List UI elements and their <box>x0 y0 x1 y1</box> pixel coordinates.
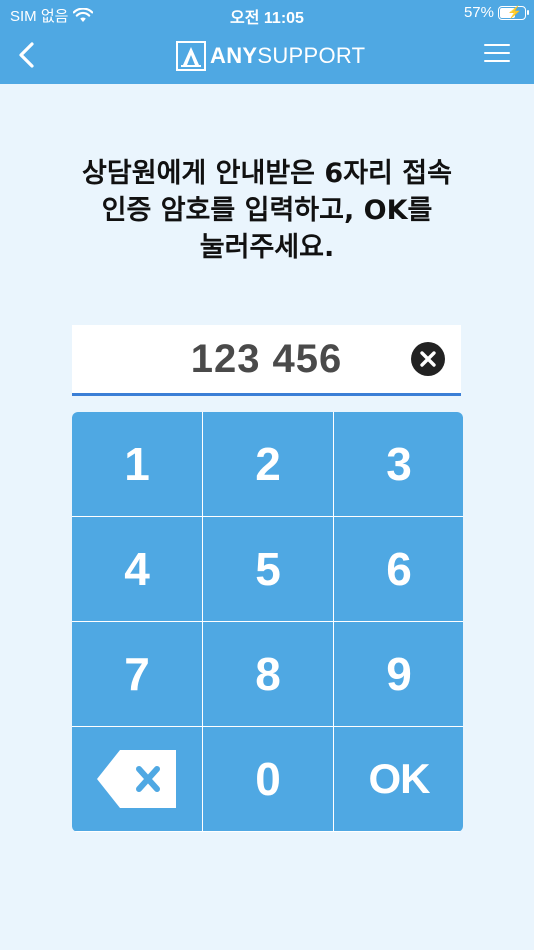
backspace-key[interactable] <box>72 727 202 831</box>
status-time: 오전 11:05 <box>230 10 304 27</box>
chevron-left-icon <box>19 42 34 68</box>
key-9[interactable]: 9 <box>334 622 463 726</box>
back-button[interactable] <box>12 38 48 74</box>
numeric-keypad: 1 2 3 4 5 6 7 8 9 0 OK <box>72 412 463 832</box>
key-7[interactable]: 7 <box>72 622 202 726</box>
auth-code-value: 123 456 <box>190 337 343 381</box>
battery-icon: ⚡ <box>498 5 529 20</box>
key-8[interactable]: 8 <box>203 622 333 726</box>
ok-button[interactable]: OK <box>334 727 463 831</box>
nav-bar: ANYSUPPORT <box>0 28 534 84</box>
instruction-text: 상담원에게 안내받은 6자리 접속 인증 암호를 입력하고, OK를 눌러주세요… <box>30 155 504 266</box>
logo-text: ANYSUPPORT <box>210 43 366 68</box>
key-1[interactable]: 1 <box>72 412 202 516</box>
battery-percent: 57% <box>463 4 494 21</box>
clear-button[interactable] <box>411 342 445 376</box>
hamburger-icon <box>484 44 510 46</box>
status-bar: SIM 없음 오전 11:05 57% ⚡ <box>0 0 534 28</box>
key-2[interactable]: 2 <box>203 412 333 516</box>
key-6[interactable]: 6 <box>334 517 463 621</box>
instruction-line-3: 눌러주세요. <box>199 232 335 263</box>
menu-button[interactable] <box>484 44 510 66</box>
backspace-icon <box>97 750 176 808</box>
key-5[interactable]: 5 <box>203 517 333 621</box>
clear-x-icon <box>420 351 436 367</box>
instruction-line-2: 인증 암호를 입력하고, OK를 <box>101 195 433 226</box>
instruction-line-1: 상담원에게 안내받은 6자리 접속 <box>82 158 452 189</box>
logo-mark-icon <box>176 41 206 71</box>
key-4[interactable]: 4 <box>72 517 202 621</box>
anysupport-logo: ANYSUPPORT <box>176 40 365 72</box>
auth-code-input[interactable]: 123 456 <box>72 325 461 396</box>
key-0[interactable]: 0 <box>203 727 333 831</box>
status-right: 57% ⚡ <box>463 4 529 21</box>
key-3[interactable]: 3 <box>334 412 463 516</box>
